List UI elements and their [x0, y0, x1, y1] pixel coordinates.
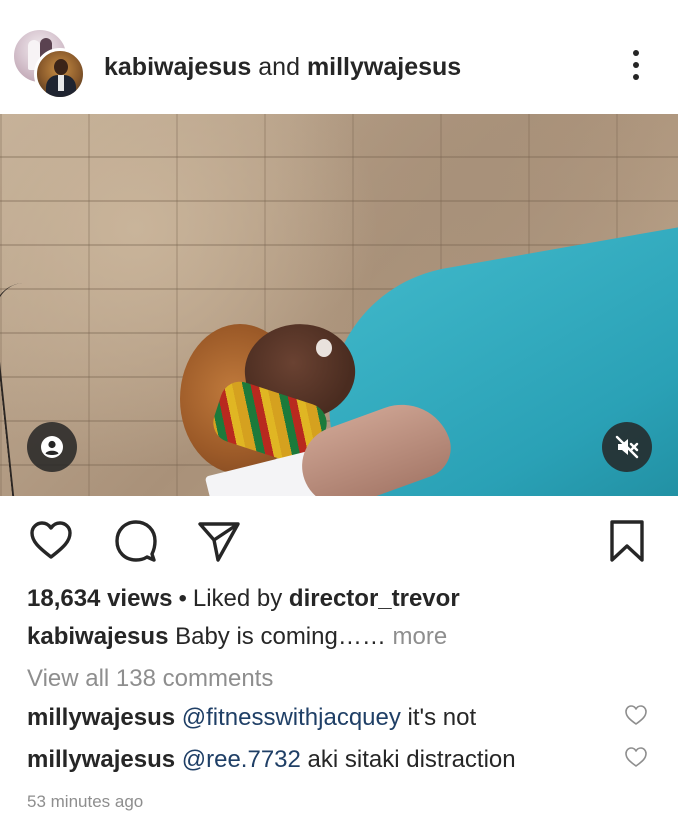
caption-more-link[interactable]: more [393, 623, 448, 650]
stats-separator: • [178, 585, 187, 612]
comment-username[interactable]: millywajesus [27, 746, 175, 773]
heart-icon[interactable] [28, 518, 74, 564]
comment-row: millywajesus @fitnesswithjacquey it's no… [27, 703, 476, 733]
person-icon [41, 436, 63, 458]
instagram-post: kabiwajesus and millywajesus 18,634 view… [0, 0, 678, 825]
comment-mention[interactable]: @fitnesswithjacquey [182, 704, 401, 731]
view-count[interactable]: 18,634 views [27, 585, 172, 612]
authors-conjunction: and [258, 53, 300, 81]
post-header: kabiwajesus and millywajesus [0, 0, 678, 114]
comment-like-heart-icon[interactable] [624, 746, 648, 768]
caption-username[interactable]: kabiwajesus [27, 623, 168, 650]
comment-username[interactable]: millywajesus [27, 704, 175, 731]
volume-muted-icon [615, 435, 639, 459]
post-timestamp: 53 minutes ago [27, 792, 144, 811]
avatar-primary[interactable] [34, 48, 86, 100]
comment-like-heart-icon[interactable] [624, 704, 648, 726]
more-options-icon[interactable] [620, 46, 652, 84]
comment-text: aki sitaki distraction [300, 746, 516, 773]
post-stats: 18,634 views • Liked by director_trevor [27, 584, 460, 614]
speech-bubble-icon[interactable] [112, 518, 158, 564]
author-username-1[interactable]: kabiwajesus [104, 53, 251, 81]
comment-row: millywajesus @ree.7732 aki sitaki distra… [27, 745, 516, 775]
bookmark-icon[interactable] [604, 518, 650, 564]
comment-mention[interactable]: @ree.7732 [182, 746, 301, 773]
liked-by-label: Liked by [192, 585, 283, 612]
author-username-2[interactable]: millywajesus [307, 53, 461, 81]
view-all-comments-link[interactable]: View all 138 comments [27, 664, 273, 694]
tagged-users-button[interactable] [27, 422, 77, 472]
paper-plane-icon[interactable] [196, 518, 242, 564]
post-caption: kabiwajesus Baby is coming…… more [27, 622, 447, 652]
post-authors: kabiwajesus and millywajesus [104, 52, 461, 82]
caption-text: Baby is coming…… [175, 623, 393, 650]
post-video[interactable] [0, 114, 678, 496]
liked-by-user[interactable]: director_trevor [289, 585, 460, 612]
post-actions-bar [0, 496, 678, 582]
mute-toggle-button[interactable] [602, 422, 652, 472]
comment-text: it's not [400, 704, 477, 731]
